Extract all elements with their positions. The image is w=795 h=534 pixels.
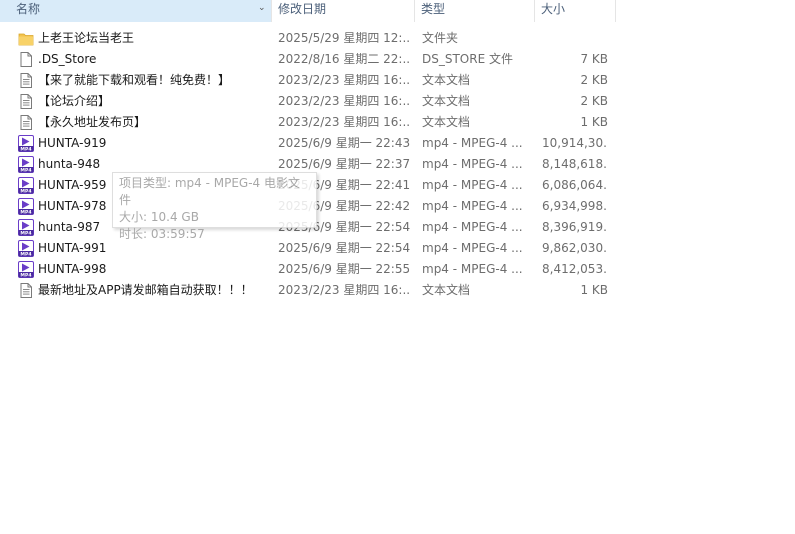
column-header-name[interactable]: 名称 ⌄: [0, 0, 272, 22]
file-name: HUNTA-959: [38, 178, 107, 192]
file-row[interactable]: MP4 HUNTA-919 2025/6/9 星期一 22:43 mp4 - MPEG…: [0, 133, 795, 154]
file-name: 【来了就能下载和观看！纯免费！】: [38, 73, 231, 87]
file-row[interactable]: 【永久地址发布页】 2023/2/23 星期四 16:... 文本文档 1 KB: [0, 112, 795, 133]
file-size: 8,148,618...: [542, 157, 608, 171]
file-type: 文本文档: [422, 283, 471, 297]
svg-text:MP4: MP4: [20, 189, 31, 194]
text-document-icon: [18, 72, 34, 89]
sort-chevron-icon[interactable]: ⌄: [258, 3, 268, 13]
file-name: .DS_Store: [38, 52, 97, 66]
tooltip-size-line: 大小: 10.4 GB: [119, 210, 199, 224]
file-name: HUNTA-998: [38, 262, 107, 276]
text-document-icon: [18, 114, 34, 131]
column-header-type[interactable]: 类型: [415, 0, 535, 22]
column-header-name-label: 名称: [16, 2, 41, 16]
mp4-video-icon: MP4: [18, 198, 34, 216]
file-type: mp4 - MPEG-4 ...: [422, 157, 523, 171]
file-name: 【论坛介绍】: [38, 94, 111, 108]
file-name: HUNTA-991: [38, 241, 107, 255]
file-type: mp4 - MPEG-4 ...: [422, 220, 523, 234]
file-modified-date: 2025/6/9 星期一 22:55: [278, 262, 410, 276]
file-modified-date: 2023/2/23 星期四 16:...: [278, 94, 410, 108]
file-type: mp4 - MPEG-4 ...: [422, 199, 523, 213]
column-header-size-label: 大小: [541, 2, 566, 16]
file-type: mp4 - MPEG-4 ...: [422, 178, 523, 192]
file-name: 最新地址及APP请发邮箱自动获取！！！: [38, 283, 253, 297]
file-size: 2 KB: [580, 73, 608, 87]
file-name: hunta-987: [38, 220, 101, 234]
file-modified-date: 2023/2/23 星期四 16:...: [278, 115, 410, 129]
column-header-size[interactable]: 大小: [535, 0, 616, 22]
svg-text:MP4: MP4: [20, 273, 31, 278]
file-icon: [18, 51, 34, 68]
file-name: 【永久地址发布页】: [38, 115, 147, 129]
file-name: HUNTA-978: [38, 199, 107, 213]
file-info-tooltip: 项目类型: mp4 - MPEG-4 电影文件 大小: 10.4 GB 时长: …: [112, 172, 317, 241]
mp4-video-icon: MP4: [18, 177, 34, 195]
file-name: HUNTA-919: [38, 136, 107, 150]
file-type: 文本文档: [422, 115, 471, 129]
file-row[interactable]: 【论坛介绍】 2023/2/23 星期四 16:... 文本文档 2 KB: [0, 91, 795, 112]
text-document-icon: [18, 93, 34, 110]
file-size: 6,934,998...: [542, 199, 608, 213]
file-type: mp4 - MPEG-4 ...: [422, 241, 523, 255]
column-header-date-label: 修改日期: [278, 2, 327, 16]
column-header-type-label: 类型: [421, 2, 446, 16]
file-size: 1 KB: [580, 283, 608, 297]
file-size: 7 KB: [580, 52, 608, 66]
svg-text:MP4: MP4: [20, 147, 31, 152]
file-size: 9,862,030...: [542, 241, 608, 255]
mp4-video-icon: MP4: [18, 156, 34, 174]
mp4-video-icon: MP4: [18, 240, 34, 258]
mp4-video-icon: MP4: [18, 261, 34, 279]
file-size: 6,086,064...: [542, 178, 608, 192]
svg-text:MP4: MP4: [20, 231, 31, 236]
file-modified-date: 2025/5/29 星期四 12:...: [278, 31, 410, 45]
file-type: 文本文档: [422, 94, 471, 108]
tooltip-type-line: 项目类型: mp4 - MPEG-4 电影文件: [119, 176, 301, 207]
column-header-bar: 名称 ⌄ 修改日期 类型 大小: [0, 0, 795, 22]
text-document-icon: [18, 282, 34, 299]
file-size: 2 KB: [580, 94, 608, 108]
file-row[interactable]: .DS_Store 2022/8/16 星期二 22:... DS_STORE 文件…: [0, 49, 795, 70]
file-size: 10,914,30...: [542, 136, 608, 150]
file-type: mp4 - MPEG-4 ...: [422, 136, 523, 150]
column-header-date[interactable]: 修改日期: [272, 0, 415, 22]
folder-icon: [18, 30, 34, 47]
file-modified-date: 2022/8/16 星期二 22:...: [278, 52, 410, 66]
file-name: hunta-948: [38, 157, 101, 171]
file-modified-date: 2025/6/9 星期一 22:43: [278, 136, 410, 150]
svg-text:MP4: MP4: [20, 252, 31, 257]
mp4-video-icon: MP4: [18, 219, 34, 237]
file-row[interactable]: 上老王论坛当老王 2025/5/29 星期四 12:... 文件夹: [0, 28, 795, 49]
file-modified-date: 2023/2/23 星期四 16:...: [278, 283, 410, 297]
file-row[interactable]: MP4 HUNTA-998 2025/6/9 星期一 22:55 mp4 - MPEG…: [0, 259, 795, 280]
file-row[interactable]: 最新地址及APP请发邮箱自动获取！！！ 2023/2/23 星期四 16:... 文…: [0, 280, 795, 301]
file-size: 1 KB: [580, 115, 608, 129]
file-type: DS_STORE 文件: [422, 52, 513, 66]
file-type: mp4 - MPEG-4 ...: [422, 262, 523, 276]
file-type: 文本文档: [422, 73, 471, 87]
file-row[interactable]: 【来了就能下载和观看！纯免费！】 2023/2/23 星期四 16:... 文本文档…: [0, 70, 795, 91]
file-size: 8,412,053...: [542, 262, 608, 276]
file-name: 上老王论坛当老王: [38, 31, 135, 45]
tooltip-duration-line: 时长: 03:59:57: [119, 227, 205, 241]
svg-text:MP4: MP4: [20, 168, 31, 173]
file-size: 8,396,919...: [542, 220, 608, 234]
svg-text:MP4: MP4: [20, 210, 31, 215]
file-modified-date: 2023/2/23 星期四 16:...: [278, 73, 410, 87]
mp4-video-icon: MP4: [18, 135, 34, 153]
file-type: 文件夹: [422, 31, 459, 45]
